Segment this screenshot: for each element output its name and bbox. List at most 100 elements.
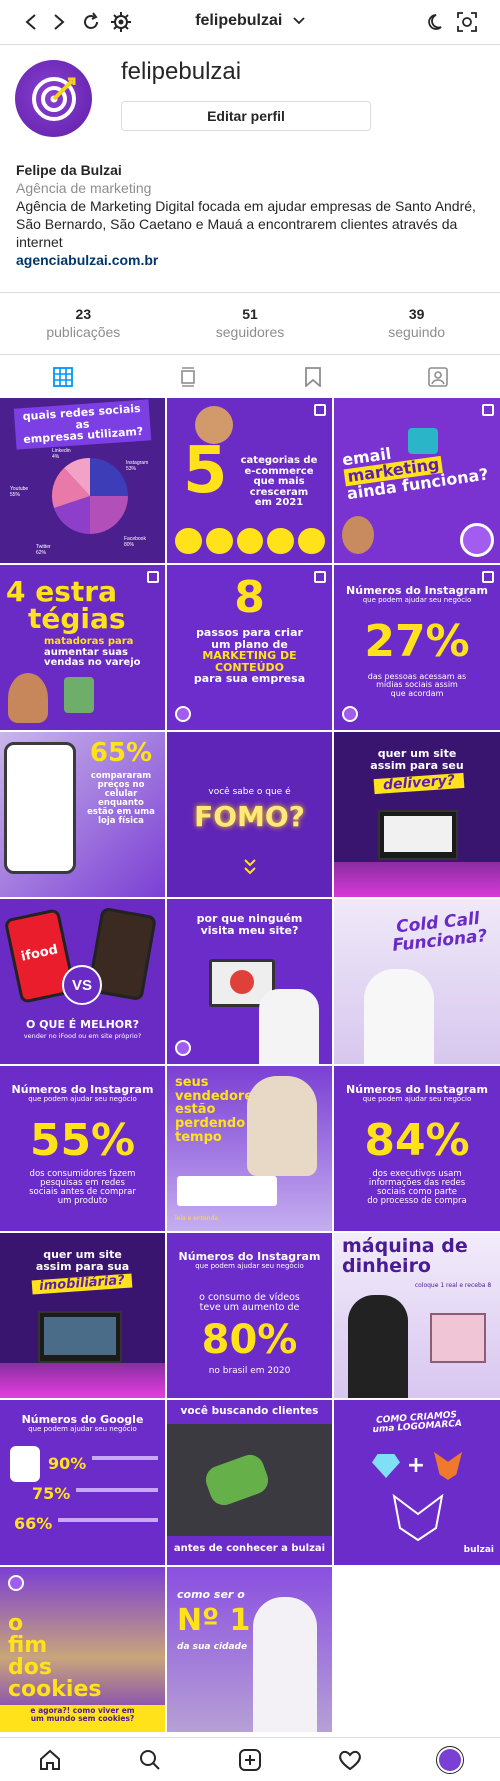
bulzai-watermark: bulzai (463, 1545, 494, 1555)
post-text-line: dinheiro (342, 1254, 431, 1277)
post-text-line: um mundo sem cookies? (30, 1713, 135, 1723)
post-tile[interactable]: você sabe o que é FOMO? (167, 732, 332, 897)
post-tile[interactable]: quais redes sociais as empresas utilizam… (0, 398, 165, 563)
post-tile[interactable]: 65% compararam preços no celular enquant… (0, 732, 165, 897)
chart-label: Facebook 80% (124, 536, 146, 548)
edit-profile-button[interactable]: Editar perfil (121, 101, 371, 131)
profile-website-link[interactable]: agenciabulzai.com.br (16, 251, 486, 269)
tab-igtv[interactable] (125, 355, 250, 398)
post-tile[interactable]: você buscando clientes antes de conhecer… (167, 1400, 332, 1565)
post-caption: Cold Call Funciona? (382, 909, 495, 956)
dark-mode-moon-icon[interactable] (424, 9, 450, 35)
post-text-line: tempo (175, 1129, 222, 1145)
post-tile[interactable]: quer um site assim para sua imobiliária? (0, 1233, 165, 1398)
post-text-line: tégias (28, 601, 126, 635)
post-text-line: fim (8, 1633, 48, 1658)
nav-activity[interactable] (300, 1738, 400, 1781)
post-highlight: imobiliária? (31, 1273, 133, 1295)
profile-avatar-small (436, 1745, 464, 1774)
post-tile[interactable]: por que ninguém visita meu site? (167, 899, 332, 1064)
post-caption: Números do Google que podem ajudar seu n… (0, 1414, 165, 1433)
post-caption: Números do Instagram que podem ajudar se… (0, 1084, 165, 1103)
nav-profile[interactable] (400, 1738, 500, 1781)
post-tile[interactable]: Números do Instagram que podem ajudar se… (334, 1066, 500, 1231)
post-caption: o fim dos cookies (8, 1613, 118, 1701)
post-caption: antes de conhecer a bulzai (173, 1543, 326, 1554)
post-text-line: para sua empresa (193, 672, 306, 686)
phone-illustration (4, 742, 76, 874)
post-tile[interactable]: 4 estra tégias matadoras para aumentar s… (0, 565, 165, 730)
plus-sign: + (406, 1453, 426, 1478)
ifood-logo-text: ifood (19, 942, 60, 965)
top-bar: felipebulzai (0, 0, 500, 45)
post-caption: email marketing ainda funciona? (341, 432, 497, 503)
post-text-line: que podem ajudar seu negócio (195, 1261, 304, 1270)
post-tile[interactable]: Números do Google que podem ajudar seu n… (0, 1400, 165, 1565)
post-text-line: que podem ajudar seu negócio (28, 1094, 137, 1103)
post-caption: quer um site assim para sua (0, 1249, 165, 1272)
post-text-line: cookies (8, 1677, 102, 1702)
post-tile[interactable]: Cold Call Funciona? (334, 899, 500, 1064)
nav-home[interactable] (0, 1738, 100, 1781)
post-tile[interactable]: COMO CRIAMOS uma LOGOMARCA + bulzai (334, 1400, 500, 1565)
nav-search[interactable] (100, 1738, 200, 1781)
scan-camera-icon[interactable] (454, 9, 480, 35)
tab-grid[interactable] (0, 355, 125, 398)
post-text-line: assim para sua (35, 1259, 130, 1273)
new-post-icon (239, 1748, 261, 1771)
profile-tabs (0, 354, 500, 398)
nav-new-post[interactable] (200, 1738, 300, 1781)
post-caption: o consumo de vídeos teve um aumento de (167, 1293, 332, 1313)
post-text-line: dos (8, 1655, 52, 1680)
post-big-number: 5 (183, 434, 228, 508)
grid-icon (52, 366, 73, 387)
post-tile[interactable]: quer um site assim para seu delivery? (334, 732, 500, 897)
post-tile[interactable]: máquina de dinheiro coloque 1 real e rec… (334, 1233, 500, 1398)
post-caption: como ser o (177, 1588, 245, 1601)
profile-stats: 23 publicações 51 seguidores 39 seguindo (0, 292, 500, 354)
bulzai-target-logo (31, 76, 76, 121)
post-tile[interactable]: ifood VS O QUE É MELHOR? vender no iFood… (0, 899, 165, 1064)
post-text-line: teve um aumento de (199, 1301, 300, 1313)
post-text-line: por que ninguém (196, 912, 303, 925)
stat-posts: 23 publicações (0, 293, 167, 354)
post-caption: quais redes sociais as empresas utilizam… (13, 399, 152, 450)
post-caption: coloque 1 real e receba 8 (414, 1282, 492, 1289)
post-text-line: Números do Instagram (178, 1250, 321, 1263)
post-text-line: perdendo (175, 1115, 246, 1131)
diamond-icon (372, 1454, 400, 1478)
category-icons-row (175, 528, 325, 554)
stat-following-count: 39 (408, 306, 425, 322)
post-tile[interactable]: como ser o Nº 1 da sua cidade (167, 1567, 332, 1732)
stat-following-label: seguindo (388, 324, 446, 340)
desk-glow (334, 862, 500, 897)
keyboard-illustration (177, 1176, 277, 1206)
monitor-illustration (38, 1311, 122, 1363)
post-text-line: um produto (57, 1195, 108, 1206)
carousel-icon (314, 404, 326, 416)
person-illustration (364, 969, 434, 1064)
bulzai-logo-badge (175, 1040, 191, 1056)
post-caption: quer um site assim para seu (334, 748, 500, 771)
post-tile[interactable]: o fim dos cookies e agora?! como viver e… (0, 1567, 165, 1732)
post-tile[interactable]: 8 passos para criar um plano de MARKETIN… (167, 565, 332, 730)
carousel-icon (482, 404, 494, 416)
post-tile[interactable]: Números do Instagram que podem ajudar se… (0, 1066, 165, 1231)
post-caption: máquina de dinheiro (342, 1236, 492, 1277)
post-tile[interactable]: 5 categorias de e-commerce que mais cres… (167, 398, 332, 563)
post-tile[interactable]: Números do Instagram que podem ajudar se… (167, 1233, 332, 1398)
stat-followers[interactable]: 51 seguidores (167, 293, 334, 354)
tab-saved[interactable] (250, 355, 375, 398)
post-caption: COMO CRIAMOS uma LOGOMARCA (334, 1408, 500, 1438)
post-tile[interactable]: Números do Instagram que podem ajudar se… (334, 565, 500, 730)
tab-tagged[interactable] (375, 355, 500, 398)
post-tile[interactable]: email marketing ainda funciona? (334, 398, 500, 563)
post-caption: e agora?! como viver em um mundo sem coo… (0, 1707, 165, 1723)
post-text-line: que podem ajudar seu negócio (362, 1094, 472, 1103)
stat-following[interactable]: 39 seguindo (333, 293, 500, 354)
pie-chart-graphic (51, 457, 128, 534)
profile-avatar-large[interactable] (15, 60, 92, 137)
stat-description-line (76, 1488, 158, 1492)
post-tile[interactable]: seus vendedores estão perdendo tempo lei… (167, 1066, 332, 1231)
post-big-number: 27% (364, 616, 470, 667)
